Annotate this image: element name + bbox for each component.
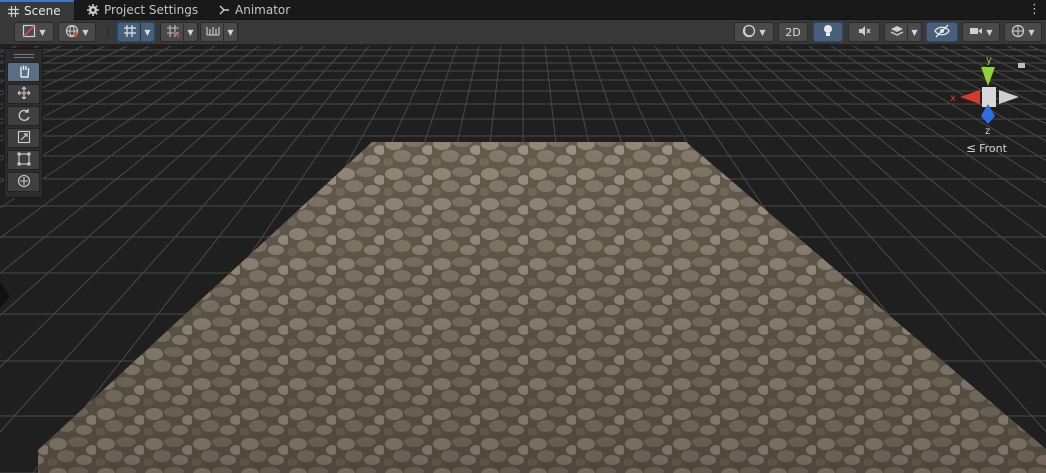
y-axis-cone[interactable] (981, 67, 995, 86)
x-axis-cone[interactable] (960, 90, 980, 104)
ruler-icon (206, 24, 220, 41)
scene-visibility-toggle[interactable] (926, 22, 958, 42)
chevron-down-icon[interactable]: ▼ (223, 23, 237, 41)
draw-mode-icon (22, 24, 36, 41)
grid-snap-icon (123, 24, 137, 41)
tab-animator[interactable]: Animator (211, 0, 301, 20)
camera-icon (969, 25, 983, 40)
view-direction-text: Front (979, 141, 1007, 155)
view-direction-label[interactable]: ≤ Front (966, 141, 1007, 155)
transform-tool[interactable] (7, 172, 40, 192)
toolbar-separator (108, 25, 109, 39)
tool-palette (4, 48, 43, 198)
rotate-tool[interactable] (7, 106, 40, 126)
shading-sphere-icon (742, 24, 756, 41)
x-axis-label: x (950, 93, 956, 104)
hand-icon (17, 64, 31, 81)
ruler-toggle[interactable]: ▼ (200, 22, 238, 42)
camera-dropdown[interactable]: ▼ (962, 22, 1000, 42)
chevron-down-icon[interactable]: ▼ (140, 23, 154, 41)
scene-viewport[interactable] (0, 46, 1046, 473)
effects-dropdown[interactable]: ▼ (884, 22, 922, 42)
gizmos-dropdown[interactable]: ▼ (1004, 22, 1042, 42)
increment-snap-toggle[interactable]: ▼ (160, 22, 198, 42)
gizmo-center-cube[interactable] (982, 87, 996, 107)
tab-animator-label: Animator (235, 3, 291, 17)
scene-canvas (0, 46, 1046, 473)
palette-grip[interactable] (7, 51, 40, 61)
animator-icon (217, 3, 231, 17)
move-tool[interactable] (7, 84, 40, 104)
scale-tool[interactable] (7, 128, 40, 148)
mode-2d-toggle[interactable]: 2D (778, 22, 808, 42)
rect-tool[interactable] (7, 150, 40, 170)
draw-mode-dropdown[interactable]: ▼ (14, 22, 54, 42)
rect-icon (17, 152, 31, 169)
grid-icon (6, 4, 20, 18)
scene-toolbar: ▼ ▼ ▼ ▼ ▼ ▼ 2D ▼ ▼ ▼ (0, 20, 1046, 45)
scale-icon (17, 130, 31, 147)
transform-icon (17, 174, 31, 191)
tab-project-settings[interactable]: Project Settings (80, 0, 206, 20)
global-dropdown[interactable]: ▼ (58, 22, 96, 42)
lock-icon[interactable] (1018, 63, 1025, 68)
chevron-down-icon[interactable]: ▼ (907, 23, 921, 41)
shading-mode-dropdown[interactable]: ▼ (734, 22, 774, 42)
y-axis-label: y (986, 55, 992, 66)
tab-scene[interactable]: Scene (0, 0, 74, 20)
move-icon (17, 86, 31, 103)
grid-snap-toggle[interactable]: ▼ (117, 22, 155, 42)
neg-x-axis-cone[interactable] (999, 90, 1019, 104)
effects-layers-icon (890, 24, 904, 41)
tab-scene-label: Scene (24, 4, 61, 18)
globe-icon (65, 24, 79, 41)
gizmo-globe-icon (1011, 24, 1025, 41)
increment-snap-icon (166, 24, 180, 41)
rotate-icon (17, 108, 31, 125)
chevron-down-icon[interactable]: ▼ (183, 23, 197, 41)
audio-mute-icon (857, 24, 871, 41)
mode-2d-label: 2D (785, 25, 801, 39)
audio-toggle[interactable] (848, 22, 880, 42)
hidden-eye-icon (934, 24, 950, 41)
z-axis-label: z (985, 126, 990, 137)
hand-tool[interactable] (7, 62, 40, 82)
more-options-icon[interactable]: ⋮ (1028, 2, 1041, 18)
lightbulb-icon (822, 24, 834, 41)
lighting-toggle[interactable] (813, 22, 843, 42)
gear-icon (86, 3, 100, 17)
tab-project-settings-label: Project Settings (104, 3, 199, 17)
chevron-left-icon: ≤ (966, 141, 977, 155)
tab-bar: Scene Project Settings Animator ⋮ (0, 0, 1046, 20)
